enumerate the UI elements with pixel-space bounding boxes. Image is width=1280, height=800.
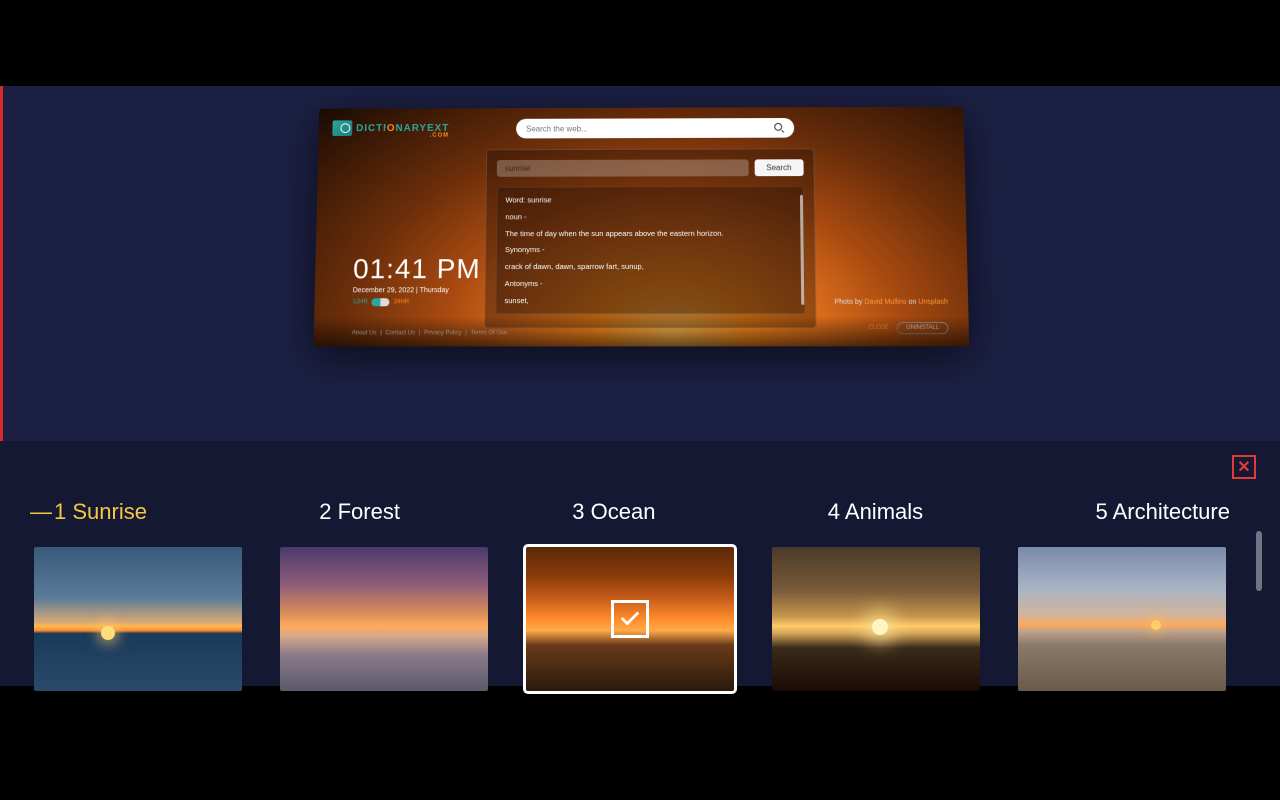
- privacy-link[interactable]: Privacy Policy: [424, 330, 462, 336]
- clock-date: December 29, 2022 | Thursday: [353, 287, 481, 294]
- dict-pos: noun -: [505, 212, 795, 222]
- category-tabs: 1 Sunrise 2 Forest 3 Ocean 4 Animals 5 A…: [30, 499, 1230, 525]
- web-search-bar[interactable]: [516, 118, 794, 138]
- photo-credit: Photo by David Mullins on Unsplash: [834, 299, 948, 306]
- terms-link[interactable]: Terms Of Use: [470, 330, 507, 336]
- logo-icon: [332, 120, 352, 136]
- web-search-input[interactable]: [526, 123, 774, 133]
- wallpaper-thumb[interactable]: [34, 547, 242, 691]
- tab-ocean[interactable]: 3 Ocean: [572, 499, 655, 525]
- checkmark-icon: [611, 600, 649, 638]
- tab-forest[interactable]: 2 Forest: [319, 499, 400, 525]
- close-label[interactable]: CLOSE: [868, 325, 889, 331]
- dict-antonyms-label: Antonyms -: [505, 278, 796, 288]
- tab-architecture[interactable]: 5 Architecture: [1095, 499, 1230, 525]
- wallpaper-thumb[interactable]: [280, 547, 488, 691]
- credit-site-link[interactable]: Unsplash: [918, 299, 948, 306]
- logo-text: DICTIONARYEXT .COM: [356, 122, 449, 133]
- dict-synonyms-label: Synonyms -: [505, 245, 796, 255]
- wallpaper-thumb[interactable]: [1018, 547, 1226, 691]
- uninstall-button[interactable]: UNINSTALL: [897, 322, 949, 334]
- footer-links: About Us | Contact Us | Privacy Policy |…: [352, 330, 510, 336]
- format-12hr-label: 12HR: [352, 299, 367, 305]
- clock-time: 01:41 PM: [353, 253, 481, 285]
- format-24hr-label: 24HR: [394, 299, 409, 305]
- brand-logo: DICTIONARYEXT .COM: [332, 120, 449, 136]
- dict-result-box: Word: sunrise noun - The time of day whe…: [495, 186, 805, 314]
- dictionary-panel: Search Word: sunrise noun - The time of …: [484, 148, 817, 328]
- newtab-preview: DICTIONARYEXT .COM Search Word: sunrise …: [313, 107, 969, 347]
- clock-format-toggle[interactable]: 12HR 24HR: [352, 298, 480, 306]
- preview-perspective-wrap: DICTIONARYEXT .COM Search Word: sunrise …: [315, 106, 965, 346]
- dict-antonyms: sunset,: [504, 295, 796, 305]
- dict-search-row: Search: [497, 159, 804, 177]
- dict-search-button[interactable]: Search: [754, 159, 803, 176]
- wallpaper-gallery: ✕ 1 Sunrise 2 Forest 3 Ocean 4 Animals 5…: [0, 441, 1280, 686]
- scrollbar-thumb[interactable]: [1256, 531, 1262, 591]
- preview-bottom-actions: CLOSE UNINSTALL: [868, 322, 948, 334]
- tab-animals[interactable]: 4 Animals: [828, 499, 923, 525]
- dict-word: Word: sunrise: [505, 195, 795, 205]
- close-icon[interactable]: ✕: [1232, 455, 1256, 479]
- thumbnail-row: [34, 547, 1226, 691]
- about-link[interactable]: About Us: [352, 330, 377, 336]
- search-icon[interactable]: [774, 123, 784, 133]
- wallpaper-thumb[interactable]: [772, 547, 980, 691]
- toggle-switch[interactable]: [372, 298, 390, 306]
- tab-sunrise[interactable]: 1 Sunrise: [30, 499, 147, 525]
- wallpaper-thumb-selected[interactable]: [526, 547, 734, 691]
- main-panel: DICTIONARYEXT .COM Search Word: sunrise …: [0, 86, 1280, 686]
- credit-author-link[interactable]: David Mullins: [864, 299, 906, 306]
- dict-synonyms: crack of dawn, dawn, sparrow fart, sunup…: [505, 262, 796, 272]
- dict-definition: The time of day when the sun appears abo…: [505, 228, 795, 238]
- contact-link[interactable]: Contact Us: [385, 330, 415, 336]
- clock-widget: 01:41 PM December 29, 2022 | Thursday 12…: [352, 253, 481, 306]
- dict-search-input[interactable]: [497, 159, 749, 176]
